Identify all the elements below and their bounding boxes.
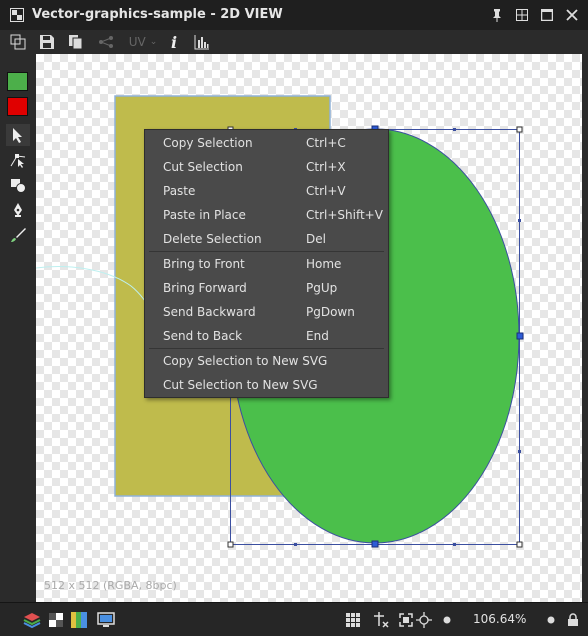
menu-item-label: Paste bbox=[163, 184, 196, 198]
menu-item-label: Copy Selection to New SVG bbox=[163, 354, 328, 368]
menu-item-shortcut: Ctrl+C bbox=[306, 136, 346, 150]
window-icon bbox=[10, 8, 24, 22]
fit-icon[interactable] bbox=[396, 610, 416, 630]
menu-item-label: Send to Back bbox=[163, 329, 243, 343]
grid-icon[interactable] bbox=[343, 610, 363, 630]
menu-item-shortcut: End bbox=[306, 329, 329, 343]
image-info-label: 512 x 512 (RGBA, 8bpc) bbox=[44, 579, 177, 592]
info-label: i bbox=[170, 32, 178, 52]
zoom-out-icon[interactable] bbox=[437, 610, 457, 630]
menu-item-copy-selection[interactable]: Copy Selection Ctrl+C bbox=[145, 131, 388, 155]
menu-item-label: Bring Forward bbox=[163, 281, 247, 295]
maximize-icon[interactable] bbox=[538, 6, 556, 24]
menu-item-paste[interactable]: Paste Ctrl+V bbox=[145, 179, 388, 203]
close-icon[interactable] bbox=[563, 6, 581, 24]
tile-icon[interactable] bbox=[513, 6, 531, 24]
snap-icon[interactable] bbox=[371, 610, 391, 630]
checker-icon[interactable] bbox=[46, 610, 66, 630]
menu-item-shortcut: Ctrl+V bbox=[306, 184, 346, 198]
title-bar: Vector-graphics-sample - 2D VIEW bbox=[0, 0, 588, 31]
save-icon[interactable] bbox=[37, 33, 57, 51]
context-menu: Copy Selection Ctrl+C Cut Selection Ctrl… bbox=[144, 129, 389, 398]
pin-icon[interactable] bbox=[488, 6, 506, 24]
left-toolbar bbox=[0, 54, 36, 602]
menu-item-send-backward[interactable]: Send Backward PgDown bbox=[145, 300, 388, 324]
uv-dropdown[interactable]: UV ⌄ bbox=[125, 33, 161, 51]
status-bar: 106.64% bbox=[0, 602, 588, 636]
brush-tool-icon[interactable] bbox=[6, 224, 30, 246]
view-mode-icon[interactable] bbox=[8, 33, 28, 51]
window-title: Vector-graphics-sample - 2D VIEW bbox=[32, 7, 283, 22]
primary-color-swatch[interactable] bbox=[7, 72, 28, 91]
histogram-icon[interactable] bbox=[192, 33, 212, 51]
menu-item-cut-to-new-svg[interactable]: Cut Selection to New SVG bbox=[145, 373, 388, 397]
menu-item-cut-selection[interactable]: Cut Selection Ctrl+X bbox=[145, 155, 388, 179]
menu-item-paste-in-place[interactable]: Paste in Place Ctrl+Shift+V bbox=[145, 203, 388, 227]
menu-item-shortcut: Home bbox=[306, 257, 342, 271]
zoom-in-icon[interactable] bbox=[541, 610, 561, 630]
lock-icon[interactable] bbox=[563, 610, 583, 630]
menu-item-bring-to-front[interactable]: Bring to Front Home bbox=[145, 252, 388, 276]
menu-item-label: Bring to Front bbox=[163, 257, 245, 271]
chevron-down-icon: ⌄ bbox=[149, 37, 158, 47]
menu-item-label: Copy Selection bbox=[163, 136, 253, 150]
layers-icon[interactable] bbox=[22, 610, 42, 630]
center-icon[interactable] bbox=[414, 610, 434, 630]
uv-label: UV bbox=[128, 35, 146, 49]
shape-tool-icon[interactable] bbox=[6, 174, 30, 196]
menu-item-shortcut: PgDown bbox=[306, 305, 355, 319]
node-edit-icon[interactable] bbox=[6, 149, 30, 171]
pen-tool-icon[interactable] bbox=[6, 199, 30, 221]
menu-item-bring-forward[interactable]: Bring Forward PgUp bbox=[145, 276, 388, 300]
select-arrow-icon[interactable] bbox=[6, 124, 30, 146]
menu-item-label: Cut Selection bbox=[163, 160, 243, 174]
menu-item-shortcut: PgUp bbox=[306, 281, 338, 295]
menu-item-send-to-back[interactable]: Send to Back End bbox=[145, 324, 388, 348]
menu-item-shortcut: Ctrl+Shift+V bbox=[306, 208, 383, 222]
zoom-value[interactable]: 106.64% bbox=[473, 612, 526, 626]
menu-item-label: Delete Selection bbox=[163, 232, 262, 246]
menu-item-shortcut: Del bbox=[306, 232, 326, 246]
menu-item-label: Paste in Place bbox=[163, 208, 246, 222]
display-icon[interactable] bbox=[96, 610, 116, 630]
menu-item-copy-to-new-svg[interactable]: Copy Selection to New SVG bbox=[145, 349, 388, 373]
menu-item-delete-selection[interactable]: Delete Selection Del bbox=[145, 227, 388, 251]
secondary-color-swatch[interactable] bbox=[7, 97, 28, 116]
channels-icon[interactable] bbox=[69, 610, 89, 630]
menu-item-label: Send Backward bbox=[163, 305, 256, 319]
vertical-scrollbar[interactable] bbox=[582, 54, 588, 602]
info-icon[interactable]: i bbox=[166, 32, 182, 52]
copy-icon[interactable] bbox=[66, 33, 86, 51]
menu-item-shortcut: Ctrl+X bbox=[306, 160, 346, 174]
share-icon[interactable] bbox=[96, 33, 116, 51]
toolbar: UV ⌄ i bbox=[0, 30, 588, 54]
menu-item-label: Cut Selection to New SVG bbox=[163, 378, 318, 392]
